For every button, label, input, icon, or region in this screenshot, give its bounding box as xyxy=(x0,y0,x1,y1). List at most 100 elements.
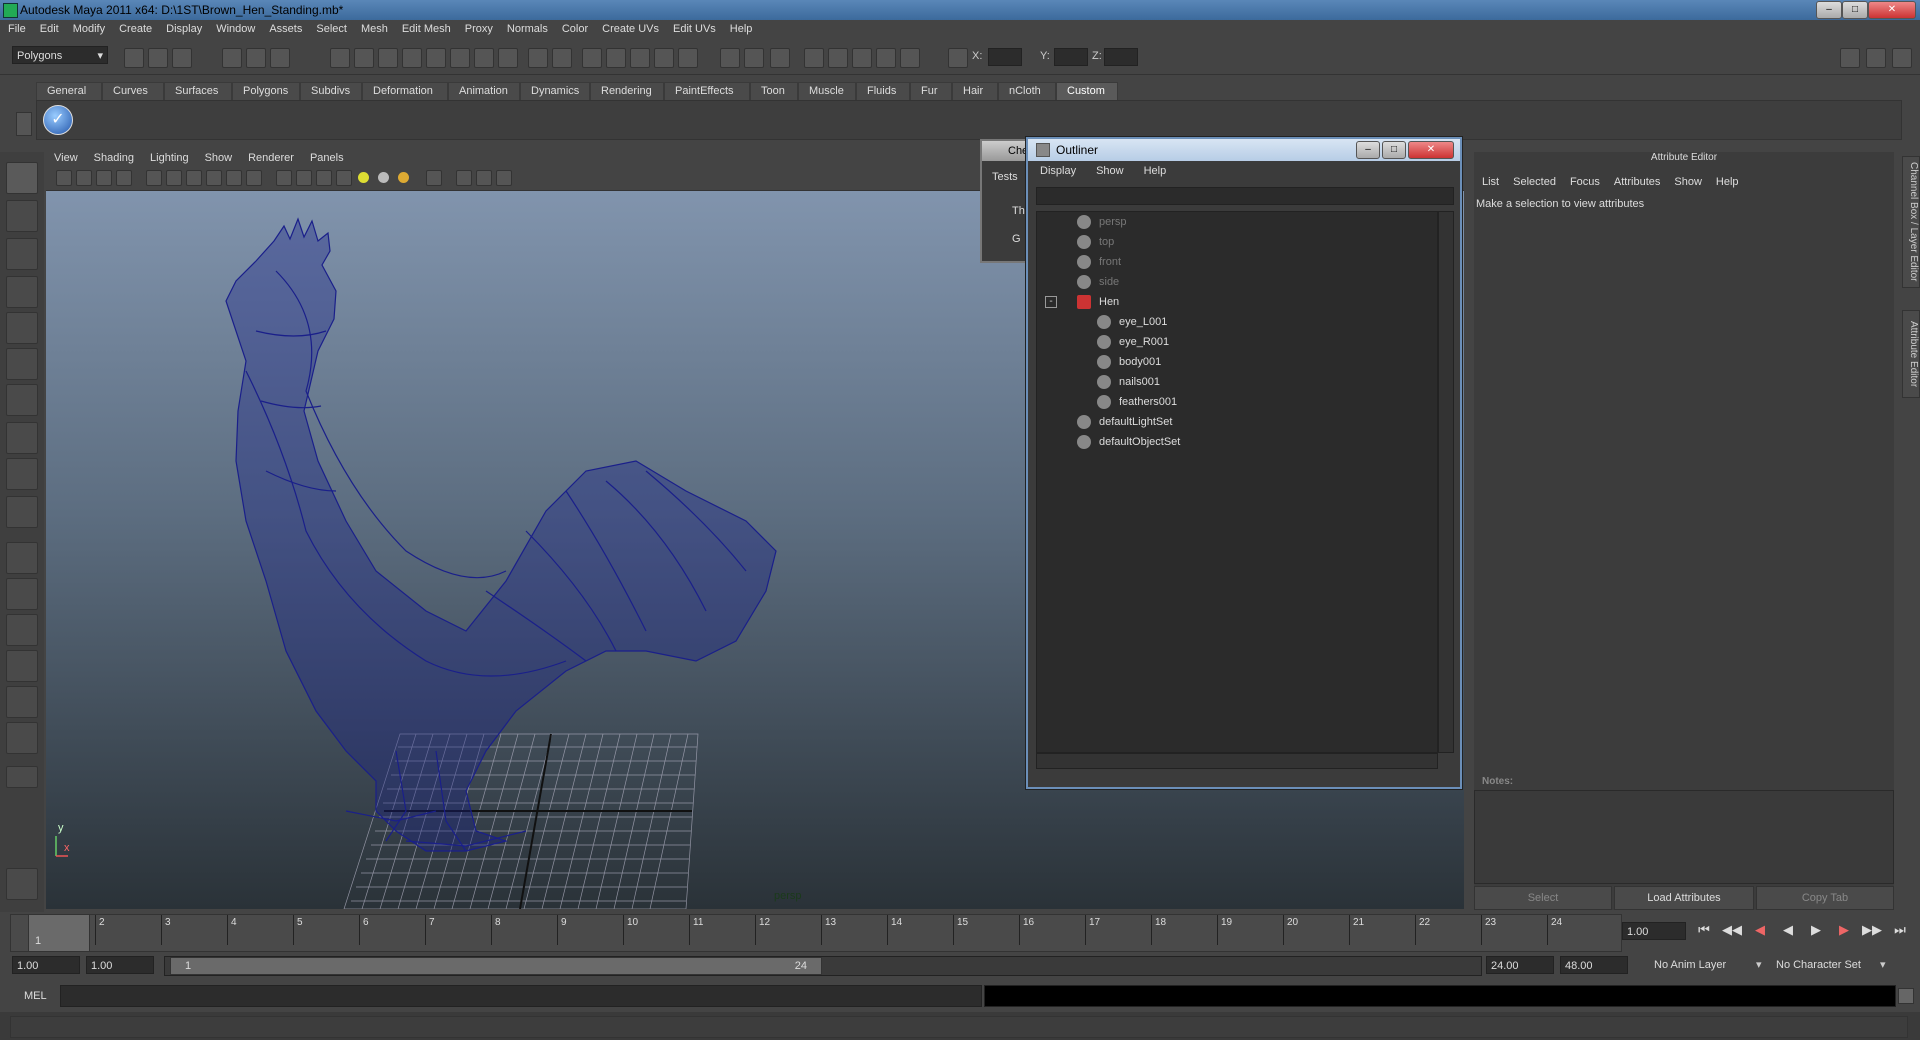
field-chart-icon[interactable] xyxy=(226,170,242,186)
menu-edit-uvs[interactable]: Edit UVs xyxy=(665,20,722,35)
menu-proxy[interactable]: Proxy xyxy=(457,20,499,35)
select-button[interactable]: Select xyxy=(1474,886,1612,910)
film-gate-icon[interactable] xyxy=(166,170,182,186)
go-to-end-icon[interactable]: ⏭ xyxy=(1890,922,1910,942)
hypershade-icon[interactable] xyxy=(630,48,650,68)
step-back-key-icon[interactable]: ◀ xyxy=(1750,922,1770,942)
xray-joints-icon[interactable] xyxy=(476,170,492,186)
minimize-icon[interactable]: – xyxy=(1816,1,1842,19)
outliner-item[interactable]: defaultObjectSet xyxy=(1077,434,1377,452)
attribute-editor-side-tab[interactable]: Attribute Editor xyxy=(1902,310,1920,398)
last-tool-icon[interactable] xyxy=(6,496,38,528)
collapse-toggle-icon[interactable]: - xyxy=(1045,296,1057,308)
menu-create-uvs[interactable]: Create UVs xyxy=(594,20,665,35)
anim-layer-dropdown[interactable]: No Anim Layer xyxy=(1654,959,1726,971)
new-scene-icon[interactable] xyxy=(124,48,144,68)
end-time-field[interactable]: 48.00 xyxy=(1560,956,1628,974)
outliner-menu-show[interactable]: Show xyxy=(1084,163,1132,177)
vp-menu-panels[interactable]: Panels xyxy=(302,152,352,164)
layout-icon[interactable] xyxy=(770,48,790,68)
layout-graph-icon[interactable] xyxy=(6,650,38,682)
notes-field[interactable] xyxy=(1474,790,1894,884)
current-time-field[interactable]: 1.00 xyxy=(1622,922,1686,940)
outliner-list[interactable]: persp top front side Hen - eye_L001 eye_R001 bod… xyxy=(1036,211,1438,753)
render-current-icon[interactable] xyxy=(552,48,572,68)
help-icon[interactable] xyxy=(498,48,518,68)
display-icon[interactable] xyxy=(804,48,824,68)
layout-four-icon[interactable] xyxy=(6,578,38,610)
x-field[interactable] xyxy=(988,48,1022,66)
vp-menu-show[interactable]: Show xyxy=(197,152,241,164)
playback-start-field[interactable]: 1.00 xyxy=(86,956,154,974)
outliner-maximize-icon[interactable]: □ xyxy=(1382,141,1406,159)
default-light-icon[interactable] xyxy=(358,172,369,183)
time-slider[interactable]: 123456789101112131415161718192021222324 xyxy=(10,914,1622,952)
rotate-tool-icon[interactable] xyxy=(6,312,38,344)
camera-select-icon[interactable] xyxy=(56,170,72,186)
save-scene-icon[interactable] xyxy=(172,48,192,68)
bookmark-icon[interactable] xyxy=(96,170,112,186)
playback-end-field[interactable]: 24.00 xyxy=(1486,956,1554,974)
go-to-start-icon[interactable]: ⏮ xyxy=(1694,922,1714,942)
gate-mask-icon[interactable] xyxy=(206,170,222,186)
wireframe-icon[interactable] xyxy=(852,48,872,68)
lights-icon[interactable] xyxy=(900,48,920,68)
play-back-icon[interactable]: ◀ xyxy=(1778,922,1798,942)
lock-icon[interactable] xyxy=(528,48,548,68)
select-tool-icon[interactable] xyxy=(6,162,38,194)
step-forward-key-icon[interactable]: ▶ xyxy=(1834,922,1854,942)
current-frame-marker[interactable]: 1 xyxy=(28,914,90,952)
character-set-dropdown[interactable]: No Character Set xyxy=(1776,959,1861,971)
outliner-filter-input[interactable] xyxy=(1036,187,1454,205)
load-attributes-button[interactable]: Load Attributes xyxy=(1614,886,1754,910)
manipulator-tool-icon[interactable] xyxy=(6,384,38,416)
layout-single-icon[interactable] xyxy=(6,542,38,574)
layout-hypershade-icon[interactable] xyxy=(6,686,38,718)
menu-edit[interactable]: Edit xyxy=(32,20,65,35)
snap-point-icon[interactable] xyxy=(378,48,398,68)
all-lights-icon[interactable] xyxy=(378,172,389,183)
transform-icon[interactable] xyxy=(948,48,968,68)
toggle-tool-settings-icon[interactable] xyxy=(1866,48,1886,68)
smooth-shade-icon[interactable] xyxy=(296,170,312,186)
outliner-vscroll[interactable] xyxy=(1438,211,1454,753)
render-globals-icon[interactable] xyxy=(678,48,698,68)
ae-menu-help[interactable]: Help xyxy=(1710,176,1747,188)
ae-menu-attributes[interactable]: Attributes xyxy=(1608,176,1668,188)
menu-select[interactable]: Select xyxy=(308,20,353,35)
snap-plane-icon[interactable] xyxy=(402,48,422,68)
isolate-select-icon[interactable] xyxy=(426,170,442,186)
custom-shelf-tool-icon[interactable]: ✓ xyxy=(43,105,73,135)
vp-menu-lighting[interactable]: Lighting xyxy=(142,152,197,164)
image-plane-icon[interactable] xyxy=(116,170,132,186)
snap-curve-icon[interactable] xyxy=(354,48,374,68)
channel-box-side-tab[interactable]: Channel Box / Layer Editor xyxy=(1902,156,1920,288)
open-scene-icon[interactable] xyxy=(148,48,168,68)
menu-display[interactable]: Display xyxy=(158,20,208,35)
move-tool-icon[interactable] xyxy=(6,276,38,308)
outliner-menu-display[interactable]: Display xyxy=(1028,163,1084,177)
range-slider-handle[interactable]: 1 24 xyxy=(170,957,822,975)
maximize-icon[interactable]: □ xyxy=(1842,1,1868,19)
menuset-dropdown[interactable]: Polygons ▾ xyxy=(12,46,108,64)
layout-outliner-icon[interactable] xyxy=(6,614,38,646)
menu-help[interactable]: Help xyxy=(722,20,759,35)
render-settings-icon[interactable] xyxy=(606,48,626,68)
outliner-item[interactable]: feathers001 xyxy=(1097,394,1397,412)
ae-menu-selected[interactable]: Selected xyxy=(1507,176,1564,188)
snap-grid-icon[interactable] xyxy=(330,48,350,68)
hand-icon[interactable] xyxy=(6,868,38,900)
start-time-field[interactable]: 1.00 xyxy=(12,956,80,974)
step-back-icon[interactable]: ◀◀ xyxy=(1722,922,1742,942)
grid-icon[interactable] xyxy=(828,48,848,68)
y-field[interactable] xyxy=(1054,48,1088,66)
outliner-item[interactable]: persp xyxy=(1077,214,1377,232)
menu-window[interactable]: Window xyxy=(208,20,261,35)
menu-create[interactable]: Create xyxy=(111,20,158,35)
batch-render-icon[interactable] xyxy=(720,48,740,68)
ae-menu-list[interactable]: List xyxy=(1476,176,1507,188)
backface-icon[interactable] xyxy=(496,170,512,186)
outliner-item[interactable]: eye_R001 xyxy=(1097,334,1397,352)
outliner-item[interactable]: body001 xyxy=(1097,354,1397,372)
select-object-icon[interactable] xyxy=(246,48,266,68)
